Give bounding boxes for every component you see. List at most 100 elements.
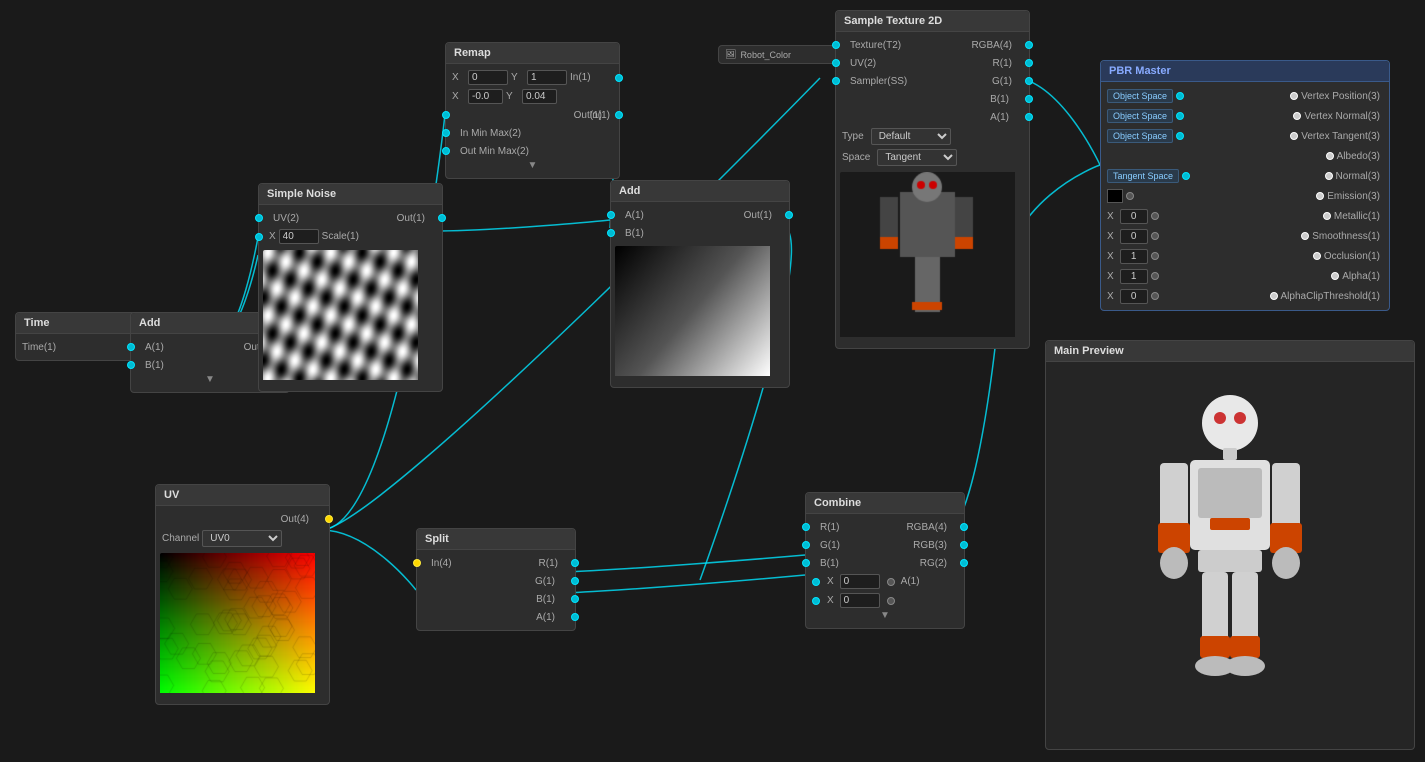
uv-canvas bbox=[160, 553, 315, 693]
uv-channel-select[interactable]: UV0 UV1 bbox=[202, 530, 282, 547]
pbr-emission-out-dot[interactable] bbox=[1316, 192, 1324, 200]
pbr-alphaclip-out-dot[interactable] bbox=[1270, 292, 1278, 300]
st-rgba-port[interactable] bbox=[1025, 41, 1033, 49]
st-texture-port[interactable] bbox=[832, 41, 840, 49]
combine-b-dot[interactable] bbox=[887, 578, 895, 586]
combine-x1-row: X A(1) bbox=[806, 572, 964, 591]
node-simple-noise-header: Simple Noise bbox=[259, 184, 442, 205]
node-pbr-master-header: PBR Master bbox=[1101, 61, 1389, 82]
remap-in1-port[interactable] bbox=[442, 111, 450, 119]
node-split-header: Split bbox=[417, 529, 575, 550]
pbr-emission-swatch[interactable] bbox=[1107, 189, 1123, 203]
remap-inminmax-row: In Min Max(2) bbox=[446, 124, 619, 142]
combine-b2-dot[interactable] bbox=[887, 597, 895, 605]
combine-r-row: R(1) RGBA(4) bbox=[806, 518, 964, 536]
uv-out-row: Out(4) bbox=[156, 510, 329, 528]
pbr-albedo-dot[interactable] bbox=[1326, 152, 1334, 160]
robot-tex-canvas bbox=[840, 172, 1015, 337]
main-preview-header: Main Preview bbox=[1046, 341, 1414, 362]
gradient-canvas bbox=[615, 246, 770, 376]
add-right-out-port[interactable] bbox=[785, 211, 793, 219]
combine-b-port[interactable] bbox=[802, 559, 810, 567]
st-b-row: B(1) bbox=[836, 90, 1029, 108]
pbr-metallic-out-dot[interactable] bbox=[1323, 212, 1331, 220]
simple-noise-uv-port[interactable] bbox=[255, 214, 263, 222]
split-in-port[interactable] bbox=[413, 559, 421, 567]
simple-noise-scale-input[interactable] bbox=[279, 229, 319, 244]
st-type-row: Type Default Normal bbox=[836, 126, 1029, 147]
st-sampler-row: Sampler(SS) G(1) bbox=[836, 72, 1029, 90]
remap-arrow[interactable]: ▼ bbox=[446, 160, 619, 174]
remap-out-port[interactable] bbox=[615, 111, 623, 119]
add-left-b-port[interactable] bbox=[127, 361, 135, 369]
pbr-alpha-out-dot[interactable] bbox=[1331, 272, 1339, 280]
split-in-row: In(4) R(1) bbox=[417, 554, 575, 572]
st-b-port[interactable] bbox=[1025, 95, 1033, 103]
remap-outminmax-port[interactable] bbox=[442, 147, 450, 155]
st-type-select[interactable]: Default Normal bbox=[871, 128, 951, 145]
split-b-port[interactable] bbox=[571, 595, 579, 603]
main-preview-panel: Main Preview bbox=[1045, 340, 1415, 750]
st-sampler-port[interactable] bbox=[832, 77, 840, 85]
pbr-smoothness-dot bbox=[1151, 232, 1159, 240]
pbr-vertex-pos-dot[interactable] bbox=[1290, 92, 1298, 100]
add-right-a-row: A(1) Out(1) bbox=[611, 206, 789, 224]
node-pbr-master: PBR Master Object Space Vertex Position(… bbox=[1100, 60, 1390, 311]
st-uv-row: UV(2) R(1) bbox=[836, 54, 1029, 72]
split-a-row: A(1) bbox=[417, 608, 575, 626]
pbr-alphaclip-input[interactable] bbox=[1120, 289, 1148, 304]
combine-x1-input[interactable] bbox=[840, 574, 880, 589]
pbr-smoothness-input[interactable] bbox=[1120, 229, 1148, 244]
pbr-obj-space-btn-1[interactable]: Object Space bbox=[1107, 89, 1173, 103]
split-g-port[interactable] bbox=[571, 577, 579, 585]
node-combine: Combine R(1) RGBA(4) G(1) RGB(3) B(1) RG… bbox=[805, 492, 965, 629]
combine-g-port[interactable] bbox=[802, 541, 810, 549]
combine-arrow[interactable]: ▼ bbox=[806, 610, 964, 624]
remap-x2-input[interactable] bbox=[468, 89, 503, 104]
node-combine-header: Combine bbox=[806, 493, 964, 514]
combine-r-port[interactable] bbox=[802, 523, 810, 531]
pbr-obj-space-btn-2[interactable]: Object Space bbox=[1107, 109, 1173, 123]
pbr-metallic-dot bbox=[1151, 212, 1159, 220]
simple-noise-out-port[interactable] bbox=[438, 214, 446, 222]
add-right-b-port[interactable] bbox=[607, 229, 615, 237]
remap-in-row: In(1) Out(1) bbox=[446, 106, 619, 124]
pbr-alpha-input[interactable] bbox=[1120, 269, 1148, 284]
st-g-port[interactable] bbox=[1025, 77, 1033, 85]
pbr-normal-dot[interactable] bbox=[1325, 172, 1333, 180]
combine-rgba-port[interactable] bbox=[960, 523, 968, 531]
pbr-tangent-space-btn[interactable]: Tangent Space bbox=[1107, 169, 1179, 183]
combine-x1-port[interactable] bbox=[812, 578, 820, 586]
st-a-port[interactable] bbox=[1025, 113, 1033, 121]
pbr-occlusion-row: X Occlusion(1) bbox=[1101, 246, 1389, 266]
remap-y1-input[interactable] bbox=[527, 70, 567, 85]
simple-noise-scale-port[interactable] bbox=[255, 233, 263, 241]
pbr-albedo-row: Albedo(3) bbox=[1101, 146, 1389, 166]
split-a-port[interactable] bbox=[571, 613, 579, 621]
remap-x1-input[interactable] bbox=[468, 70, 508, 85]
add-right-a-port[interactable] bbox=[607, 211, 615, 219]
add-left-a-port[interactable] bbox=[127, 343, 135, 351]
pbr-vertex-tangent-dot[interactable] bbox=[1290, 132, 1298, 140]
st-r-port[interactable] bbox=[1025, 59, 1033, 67]
pbr-occlusion-input[interactable] bbox=[1120, 249, 1148, 264]
combine-x2-input[interactable] bbox=[840, 593, 880, 608]
remap-inminmax-port[interactable] bbox=[442, 129, 450, 137]
combine-x2-port[interactable] bbox=[812, 597, 820, 605]
node-add-right-header: Add bbox=[611, 181, 789, 202]
combine-rgb-port[interactable] bbox=[960, 541, 968, 549]
st-texture-row: Texture(T2) RGBA(4) bbox=[836, 36, 1029, 54]
uv-out-port[interactable] bbox=[325, 515, 333, 523]
split-r-port[interactable] bbox=[571, 559, 579, 567]
pbr-obj1-left-dot bbox=[1176, 92, 1184, 100]
pbr-smoothness-out-dot[interactable] bbox=[1301, 232, 1309, 240]
pbr-vertex-normal-dot[interactable] bbox=[1293, 112, 1301, 120]
combine-rg-port[interactable] bbox=[960, 559, 968, 567]
st-uv-port[interactable] bbox=[832, 59, 840, 67]
remap-y2-input[interactable] bbox=[522, 89, 557, 104]
remap-in-port[interactable] bbox=[615, 74, 623, 82]
st-space-select[interactable]: Tangent World Object bbox=[877, 149, 957, 166]
pbr-occlusion-out-dot[interactable] bbox=[1313, 252, 1321, 260]
pbr-metallic-input[interactable] bbox=[1120, 209, 1148, 224]
pbr-obj-space-btn-3[interactable]: Object Space bbox=[1107, 129, 1173, 143]
